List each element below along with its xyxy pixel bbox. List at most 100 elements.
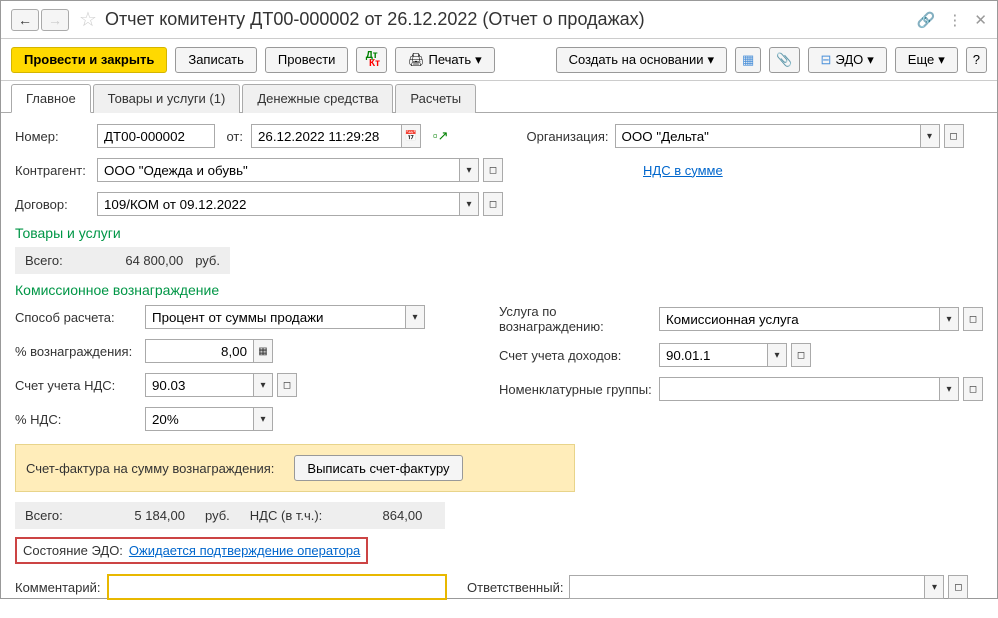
calendar-icon: 📅	[405, 131, 417, 142]
goods-total: 64 800,00	[104, 253, 183, 268]
tab-goods[interactable]: Товары и услуги (1)	[93, 84, 241, 113]
titlebar: ← → ☆ Отчет комитенту ДТ00-000002 от 26.…	[1, 1, 997, 39]
income-acc-input[interactable]	[659, 343, 767, 367]
service-label: Услуга по вознаграждению:	[499, 304, 659, 334]
responsible-open[interactable]: ◻	[948, 575, 968, 599]
chevron-down-icon: ▾	[708, 52, 715, 68]
vat-acc-label: Счет учета НДС:	[15, 378, 145, 393]
responsible-dropdown[interactable]: ▾	[924, 575, 944, 599]
chevron-down-icon: ▾	[475, 52, 482, 68]
chevron-down-icon: ▾	[867, 52, 874, 68]
nav-forward-button[interactable]: →	[41, 9, 69, 31]
vat-incl: 864,00	[342, 508, 422, 523]
org-input[interactable]	[615, 124, 920, 148]
edo-button[interactable]: ⊟ ЭДО ▾	[808, 47, 887, 73]
favorite-star-icon[interactable]: ☆	[79, 7, 97, 32]
edo-status-label: Состояние ЭДО:	[23, 543, 123, 558]
counterparty-open[interactable]: ◻	[483, 158, 503, 182]
vat-incl-label: НДС (в т.ч.):	[250, 508, 323, 523]
nom-input[interactable]	[659, 377, 939, 401]
structure-button[interactable]: ▦	[735, 47, 761, 73]
goods-total-box: Всего: 64 800,00 руб.	[15, 247, 230, 274]
chevron-down-icon: ▾	[938, 52, 945, 68]
print-button[interactable]: 🖨 Печать ▾	[395, 47, 495, 73]
create-based-button[interactable]: Создать на основании ▾	[556, 47, 727, 73]
income-acc-dropdown[interactable]: ▾	[767, 343, 787, 367]
comm-total-label: Всего:	[25, 508, 85, 523]
printer-icon: 🖨	[408, 52, 425, 68]
counterparty-dropdown[interactable]: ▾	[459, 158, 479, 182]
date-label: от:	[215, 129, 251, 144]
invoice-note: Счет-фактура на сумму вознаграждения:	[26, 461, 274, 476]
vat-pct-input[interactable]	[145, 407, 253, 431]
counterparty-label: Контрагент:	[15, 163, 97, 178]
income-acc-open[interactable]: ◻	[791, 343, 811, 367]
nom-dropdown[interactable]: ▾	[939, 377, 959, 401]
comm-currency: руб.	[205, 508, 230, 523]
org-label: Организация:	[527, 129, 609, 144]
invoice-box: Счет-фактура на сумму вознаграждения: Вы…	[15, 444, 575, 492]
edo-status-box: Состояние ЭДО: Ожидается подтверждение о…	[15, 537, 368, 564]
commission-section-title: Комиссионное вознаграждение	[15, 282, 983, 298]
vat-acc-open[interactable]: ◻	[277, 373, 297, 397]
percent-label: % вознаграждения:	[15, 344, 145, 359]
save-button[interactable]: Записать	[175, 47, 257, 73]
paperclip-icon: 📎	[776, 52, 792, 68]
doc-status-icon[interactable]: ▫↗	[433, 128, 449, 144]
vat-link[interactable]: НДС в сумме	[643, 163, 723, 178]
vat-acc-input[interactable]	[145, 373, 253, 397]
nav-back-button[interactable]: ←	[11, 9, 39, 31]
service-input[interactable]	[659, 307, 939, 331]
submit-button[interactable]: Провести	[265, 47, 349, 73]
method-label: Способ расчета:	[15, 310, 145, 325]
calculator-icon: ▦	[258, 346, 267, 357]
close-icon[interactable]: ✕	[974, 11, 987, 29]
toolbar: Провести и закрыть Записать Провести Дт …	[1, 39, 997, 81]
structure-icon: ▦	[742, 52, 754, 68]
more-vert-icon[interactable]: ⋮	[947, 11, 962, 29]
dtkt-icon: Дт Кт	[363, 52, 380, 68]
service-open[interactable]: ◻	[963, 307, 983, 331]
contract-dropdown[interactable]: ▾	[459, 192, 479, 216]
responsible-input[interactable]	[569, 575, 924, 599]
tabs: Главное Товары и услуги (1) Денежные сре…	[1, 83, 997, 113]
tab-money[interactable]: Денежные средства	[242, 84, 393, 113]
percent-calc[interactable]: ▦	[253, 339, 273, 363]
nom-open[interactable]: ◻	[963, 377, 983, 401]
contract-label: Договор:	[15, 197, 97, 212]
tab-calc[interactable]: Расчеты	[395, 84, 476, 113]
edo-status-link[interactable]: Ожидается подтверждение оператора	[129, 543, 360, 558]
org-open[interactable]: ◻	[944, 124, 964, 148]
vat-pct-label: % НДС:	[15, 412, 145, 427]
method-dropdown[interactable]: ▾	[405, 305, 425, 329]
tab-main[interactable]: Главное	[11, 84, 91, 113]
contract-open[interactable]: ◻	[483, 192, 503, 216]
service-dropdown[interactable]: ▾	[939, 307, 959, 331]
income-acc-label: Счет учета доходов:	[499, 348, 659, 363]
more-button[interactable]: Еще ▾	[895, 47, 958, 73]
date-input[interactable]	[251, 124, 401, 148]
comment-input[interactable]	[107, 574, 447, 600]
method-input[interactable]	[145, 305, 405, 329]
percent-input[interactable]	[145, 339, 253, 363]
help-button[interactable]: ?	[966, 47, 987, 73]
vat-acc-dropdown[interactable]: ▾	[253, 373, 273, 397]
submit-close-button[interactable]: Провести и закрыть	[11, 47, 167, 73]
edo-icon: ⊟	[821, 52, 832, 68]
link-icon[interactable]: 🔗	[917, 11, 936, 29]
issue-invoice-button[interactable]: Выписать счет-фактуру	[294, 455, 462, 481]
attach-button[interactable]: 📎	[769, 47, 799, 73]
nom-label: Номенклатурные группы:	[499, 382, 659, 397]
counterparty-input[interactable]	[97, 158, 459, 182]
comm-total: 5 184,00	[105, 508, 185, 523]
vat-pct-dropdown[interactable]: ▾	[253, 407, 273, 431]
org-dropdown[interactable]: ▾	[920, 124, 940, 148]
commission-total-box: Всего: 5 184,00 руб. НДС (в т.ч.): 864,0…	[15, 502, 445, 529]
number-input[interactable]	[97, 124, 215, 148]
goods-currency: руб.	[195, 253, 220, 268]
responsible-label: Ответственный:	[467, 580, 563, 595]
calendar-button[interactable]: 📅	[401, 124, 421, 148]
contract-input[interactable]	[97, 192, 459, 216]
dtkt-button[interactable]: Дт Кт	[356, 47, 387, 73]
number-label: Номер:	[15, 129, 97, 144]
